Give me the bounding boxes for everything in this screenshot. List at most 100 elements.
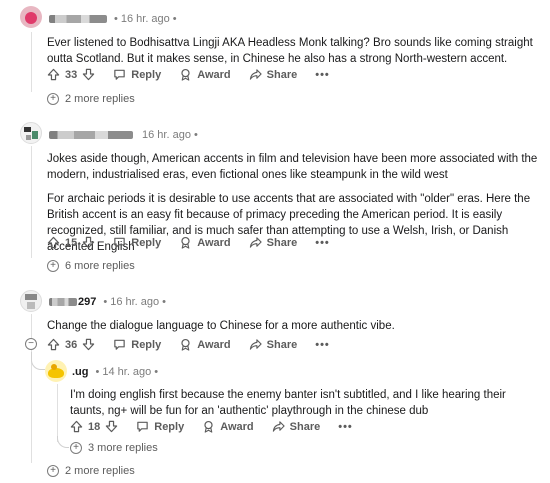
reply-button[interactable]: Reply <box>113 338 161 351</box>
award-icon <box>179 338 192 351</box>
upvote-icon[interactable] <box>47 68 60 81</box>
comment-actions: 15 Reply Award Share ••• <box>47 236 330 249</box>
plus-icon: + <box>47 260 59 272</box>
thread-line <box>31 146 32 258</box>
username[interactable] <box>49 15 107 23</box>
thread-line <box>31 32 32 92</box>
more-replies-link[interactable]: + 2 more replies <box>47 465 135 477</box>
comment-text: Change the dialogue language to Chinese … <box>47 320 395 332</box>
vote-group: 18 <box>70 420 118 433</box>
more-options-icon[interactable]: ••• <box>338 421 353 433</box>
more-options-icon[interactable]: ••• <box>315 69 330 81</box>
avatar[interactable] <box>20 290 42 312</box>
award-label: Award <box>197 236 231 249</box>
username[interactable]: 297 <box>78 296 96 308</box>
reply-label: Reply <box>154 420 185 433</box>
downvote-icon[interactable] <box>82 338 95 351</box>
vote-count: 36 <box>65 338 78 351</box>
share-button[interactable]: Share <box>249 68 298 81</box>
reply-icon <box>113 68 126 81</box>
vote-count: 15 <box>65 236 78 249</box>
downvote-icon[interactable] <box>82 236 95 249</box>
share-label: Share <box>266 68 298 81</box>
comment-meta: 297 • 16 hr. ago • <box>49 296 169 308</box>
username-blur <box>49 298 77 306</box>
share-label: Share <box>289 420 321 433</box>
more-replies-link[interactable]: + 6 more replies <box>47 260 135 272</box>
vote-group: 33 <box>47 68 95 81</box>
more-replies-link[interactable]: + 2 more replies <box>47 93 135 105</box>
vote-group: 36 <box>47 338 95 351</box>
share-icon <box>249 338 262 351</box>
avatar[interactable] <box>20 122 42 144</box>
comment-actions: 36 Reply Award Share ••• <box>47 338 330 351</box>
share-button[interactable]: Share <box>249 236 298 249</box>
timestamp[interactable]: 14 hr. ago <box>102 366 151 378</box>
share-icon <box>249 68 262 81</box>
reply-label: Reply <box>131 236 162 249</box>
more-replies-label: 6 more replies <box>65 260 135 272</box>
share-button[interactable]: Share <box>272 420 321 433</box>
downvote-icon[interactable] <box>105 420 118 433</box>
plus-icon: + <box>47 93 59 105</box>
award-icon <box>179 68 192 81</box>
timestamp[interactable]: 16 hr. ago <box>142 129 191 141</box>
more-replies-label: 2 more replies <box>65 93 135 105</box>
username[interactable]: .ug <box>72 366 89 378</box>
more-options-icon[interactable]: ••• <box>315 237 330 249</box>
comment-meta: .ug • 14 hr. ago • <box>72 366 161 378</box>
thread-connector <box>31 352 45 370</box>
collapse-thread-button[interactable]: − <box>25 338 37 350</box>
thread-line <box>31 350 32 463</box>
thread-line <box>31 314 32 338</box>
vote-count: 18 <box>88 420 101 433</box>
meta-separator: • <box>193 129 198 141</box>
comment-meta: • 16 hr. ago • <box>49 13 180 25</box>
comment-actions: 33 Reply Award Share ••• <box>47 68 330 81</box>
more-replies-label: 2 more replies <box>65 465 135 477</box>
reply-button[interactable]: Reply <box>136 420 184 433</box>
reply-button[interactable]: Reply <box>113 236 161 249</box>
award-label: Award <box>197 338 231 351</box>
reply-label: Reply <box>131 338 162 351</box>
more-replies-link[interactable]: + 3 more replies <box>70 442 158 454</box>
plus-icon: + <box>47 465 59 477</box>
reply-label: Reply <box>131 68 162 81</box>
comment-actions: 18 Reply Award Share ••• <box>70 420 353 433</box>
share-button[interactable]: Share <box>249 338 298 351</box>
downvote-icon[interactable] <box>82 68 95 81</box>
reply-icon <box>113 338 126 351</box>
meta-separator: • <box>162 296 167 308</box>
meta-separator: • <box>154 366 159 378</box>
award-button[interactable]: Award <box>202 420 254 433</box>
meta-separator: • <box>103 296 108 308</box>
meta-separator: • <box>95 366 100 378</box>
share-label: Share <box>266 236 298 249</box>
award-button[interactable]: Award <box>179 338 231 351</box>
share-icon <box>249 236 262 249</box>
comment-meta: 16 hr. ago • <box>49 129 201 141</box>
timestamp[interactable]: 16 hr. ago <box>110 296 159 308</box>
award-icon <box>202 420 215 433</box>
award-label: Award <box>220 420 254 433</box>
award-button[interactable]: Award <box>179 68 231 81</box>
upvote-icon[interactable] <box>70 420 83 433</box>
vote-group: 15 <box>47 236 95 249</box>
more-options-icon[interactable]: ••• <box>315 339 330 351</box>
share-label: Share <box>266 338 298 351</box>
timestamp[interactable]: 16 hr. ago <box>121 13 170 25</box>
avatar[interactable] <box>20 6 42 28</box>
award-label: Award <box>197 68 231 81</box>
upvote-icon[interactable] <box>47 338 60 351</box>
comment-text: I'm doing english first because the enem… <box>70 389 506 417</box>
award-button[interactable]: Award <box>179 236 231 249</box>
reply-button[interactable]: Reply <box>113 68 161 81</box>
more-replies-label: 3 more replies <box>88 442 158 454</box>
reply-icon <box>136 420 149 433</box>
username[interactable] <box>49 131 133 139</box>
upvote-icon[interactable] <box>47 236 60 249</box>
vote-count: 33 <box>65 68 78 81</box>
reply-icon <box>113 236 126 249</box>
award-icon <box>179 236 192 249</box>
avatar[interactable] <box>45 360 67 382</box>
